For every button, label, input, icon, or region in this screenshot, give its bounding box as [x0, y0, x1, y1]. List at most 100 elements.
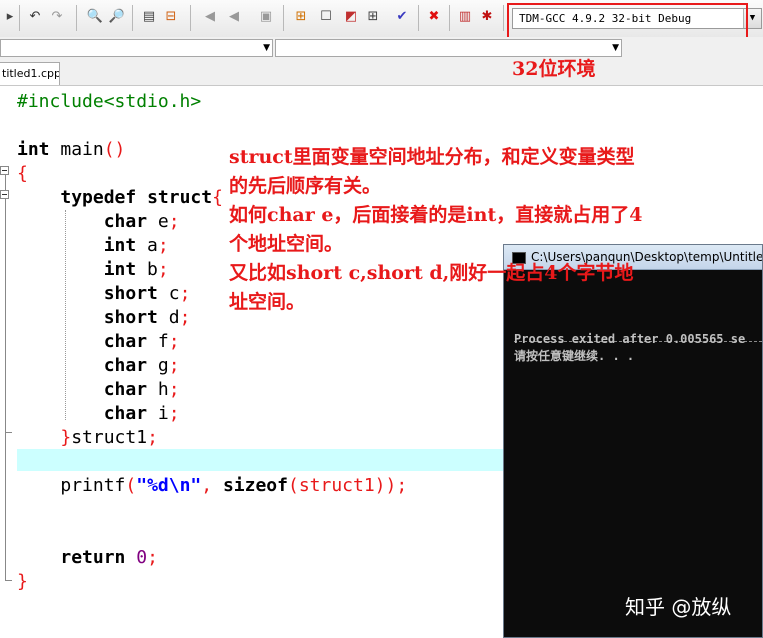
keyword: short	[103, 283, 158, 304]
chevron-down-icon[interactable]: ▼	[612, 40, 619, 56]
editor-tab-bar: titled1.cpp	[0, 60, 763, 86]
keyword: short	[103, 307, 158, 328]
keyword: char	[103, 403, 148, 424]
fold-toggle-icon[interactable]	[0, 166, 9, 175]
punctuation: }	[60, 427, 72, 448]
punctuation: ,	[201, 475, 223, 496]
chart-icon[interactable]: ▥	[456, 8, 474, 26]
function-call: printf	[60, 475, 126, 496]
toolbar-separator	[190, 5, 191, 31]
punctuation: ;	[168, 355, 180, 376]
punctuation: {	[17, 163, 28, 184]
keyword: sizeof	[222, 475, 288, 496]
punctuation: ()	[103, 139, 126, 160]
annotation-highlight-box	[507, 3, 748, 39]
toolbar-separator	[132, 5, 133, 31]
punctuation: {	[212, 187, 223, 208]
annotation-line: 的先后顺序有关。	[229, 175, 382, 197]
debug-icon[interactable]: ✱	[478, 8, 496, 26]
keyword: struct	[147, 187, 213, 208]
check-icon[interactable]: ✔	[393, 8, 411, 26]
toolbar-separator	[283, 5, 284, 31]
console-line: 请按任意键继续. . .	[514, 349, 635, 363]
class-browser-bar: ▼ ▼	[0, 37, 763, 60]
annotation-environment: 32位环境	[512, 58, 596, 80]
member-name: c	[157, 283, 180, 304]
member-name: h	[147, 379, 169, 400]
function-name: main	[49, 139, 104, 160]
close-icon[interactable]: ✖	[425, 8, 443, 26]
tab-untitled1[interactable]: titled1.cpp	[0, 62, 60, 85]
annotation-line: 如何char e，后面接着的是int，直接就占用了4	[229, 204, 643, 226]
layout-icon[interactable]: ⊞	[292, 8, 310, 26]
annotation-text: struct里面变量空间地址分布，和定义变量类型 的先后顺序有关。 如何char…	[229, 143, 749, 317]
keyword: int	[17, 139, 50, 160]
chevron-down-icon[interactable]: ▼	[263, 40, 270, 56]
punctuation: }	[17, 571, 28, 592]
window-icon[interactable]: ☐	[317, 8, 335, 26]
member-name: i	[147, 403, 169, 424]
code-line: char g;	[17, 354, 407, 378]
console-line: Process exited after 0.005565 se	[514, 332, 746, 346]
punctuation: ;	[179, 307, 191, 328]
member-name: g	[147, 355, 169, 376]
toolbar-separator	[418, 5, 419, 31]
type-name: struct1	[71, 427, 148, 448]
annotation-line: 址空间。	[229, 291, 306, 313]
toggle-icon[interactable]: ⊟	[162, 8, 180, 26]
code-line: char f;	[17, 330, 407, 354]
redo-icon[interactable]: ↷	[48, 8, 66, 26]
punctuation: ;	[147, 427, 158, 448]
tab-label: titled1.cpp	[2, 67, 60, 80]
code-line: char h;	[17, 378, 407, 402]
annotation-line: 个地址空间。	[229, 233, 344, 255]
toolbar-separator	[19, 5, 20, 31]
punctuation: );	[385, 475, 408, 496]
include-directive: #include<stdio.h>	[17, 91, 202, 112]
keyword: char	[103, 355, 148, 376]
punctuation: ;	[168, 379, 180, 400]
member-name: d	[157, 307, 180, 328]
keyword: char	[103, 211, 148, 232]
fold-toggle-icon[interactable]	[0, 190, 9, 199]
member-name: e	[147, 211, 169, 232]
indent-icon[interactable]: ◀	[201, 8, 219, 26]
keyword: char	[103, 379, 148, 400]
color-icon[interactable]: ◩	[342, 8, 360, 26]
member-name: b	[136, 259, 158, 280]
comment-icon[interactable]: ▣	[257, 8, 275, 26]
toolbar-edge-icon[interactable]: ▸	[1, 8, 19, 26]
toolbar-separator	[503, 5, 504, 31]
undo-icon[interactable]: ↶	[26, 8, 44, 26]
code-line: #include<stdio.h>	[17, 90, 407, 114]
fold-end-mark	[5, 580, 12, 581]
keyword: return	[60, 547, 126, 568]
keyword: typedef	[60, 187, 137, 208]
grid-icon[interactable]: ⊞	[364, 8, 382, 26]
punctuation: ;	[179, 283, 191, 304]
code-line: return 0;	[17, 546, 407, 570]
class-combo[interactable]: ▼	[0, 39, 273, 57]
fold-line	[5, 170, 6, 580]
toolbar-separator	[76, 5, 77, 31]
punctuation: ;	[147, 547, 158, 568]
keyword: char	[103, 331, 148, 352]
replace-icon[interactable]: 🔎	[108, 8, 126, 26]
compile-icon[interactable]: ▤	[140, 8, 158, 26]
punctuation: ;	[168, 331, 180, 352]
code-line: printf("%d\n", sizeof(struct1));	[60, 475, 408, 496]
toolbar-separator	[449, 5, 450, 31]
console-output: Process exited after 0.005565 se 请按任意键继续.…	[514, 319, 745, 365]
punctuation: ;	[168, 211, 180, 232]
annotation-line: 又比如short c,short d,刚好一起占4个字节地	[229, 262, 634, 284]
punctuation: ;	[157, 259, 169, 280]
string-literal: "%d\n"	[136, 475, 202, 496]
code-line: char i;	[17, 402, 407, 426]
unindent-icon[interactable]: ◀	[225, 8, 243, 26]
find-icon[interactable]: 🔍	[86, 8, 104, 26]
sizeof-argument: (struct1)	[287, 475, 386, 496]
